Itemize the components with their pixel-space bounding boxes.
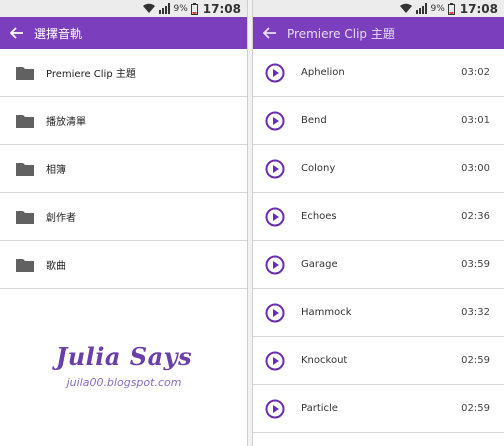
play-circle-icon[interactable] <box>265 63 285 83</box>
folder-icon <box>16 258 34 272</box>
track-duration: 02:36 <box>461 211 490 222</box>
play-circle-icon[interactable] <box>265 255 285 275</box>
track-name: Knockout <box>301 355 348 366</box>
battery-percent: 9% <box>430 3 445 14</box>
page-title: 選擇音軌 <box>34 26 83 41</box>
track-duration: 03:32 <box>461 307 490 318</box>
track-name: Echoes <box>301 211 337 222</box>
wifi-icon <box>399 3 412 13</box>
play-circle-icon[interactable] <box>265 399 285 419</box>
track-duration: 03:59 <box>461 259 490 270</box>
theme-tracks-screen: 9% 17:08 Premiere Clip 主題 Aphelion 03:02… <box>252 0 504 446</box>
track-name: Aphelion <box>301 67 345 78</box>
track-row[interactable]: Bend 03:01 <box>253 97 504 145</box>
status-bar: 9% 17:08 <box>253 0 504 17</box>
track-picker-screen: 9% 17:08 選擇音軌 Premiere Clip 主題 播放清單 相簿 創… <box>0 0 248 446</box>
folder-icon <box>16 210 34 224</box>
track-name: Colony <box>301 163 336 174</box>
signal-icon <box>415 3 427 14</box>
track-row[interactable]: Garage 03:59 <box>253 241 504 289</box>
battery-icon <box>190 2 198 15</box>
track-row[interactable]: Echoes 02:36 <box>253 193 504 241</box>
list-item-label: 播放清單 <box>46 117 86 128</box>
page-title: Premiere Clip 主題 <box>287 26 395 41</box>
list-item-playlists[interactable]: 播放清單 <box>0 97 247 145</box>
clock: 17:08 <box>202 1 241 16</box>
track-duration: 03:02 <box>461 67 490 78</box>
arrow-left-icon <box>263 27 276 39</box>
track-duration: 03:00 <box>461 163 490 174</box>
track-list: Aphelion 03:02 Bend 03:01 Colony 03:00 E… <box>253 49 504 433</box>
play-circle-icon[interactable] <box>265 111 285 131</box>
app-bar: 選擇音軌 <box>0 17 247 49</box>
list-item-label: 相簿 <box>46 165 66 176</box>
track-name: Garage <box>301 259 338 270</box>
track-name: Bend <box>301 115 327 126</box>
source-list: Premiere Clip 主題 播放清單 相簿 創作者 歌曲 <box>0 49 247 289</box>
play-circle-icon[interactable] <box>265 159 285 179</box>
folder-icon <box>16 66 34 80</box>
play-circle-icon[interactable] <box>265 351 285 371</box>
list-item-artists[interactable]: 創作者 <box>0 193 247 241</box>
clock: 17:08 <box>459 1 498 16</box>
back-button[interactable] <box>0 27 34 39</box>
list-item-premiere-clip-themes[interactable]: Premiere Clip 主題 <box>0 49 247 97</box>
watermark-url: juila00.blogspot.com <box>66 376 182 389</box>
back-button[interactable] <box>253 27 287 39</box>
play-circle-icon[interactable] <box>265 303 285 323</box>
battery-icon <box>447 2 455 15</box>
track-row[interactable]: Hammock 03:32 <box>253 289 504 337</box>
track-duration: 02:59 <box>461 355 490 366</box>
status-bar: 9% 17:08 <box>0 0 247 17</box>
folder-icon <box>16 162 34 176</box>
track-name: Hammock <box>301 307 352 318</box>
list-item-albums[interactable]: 相簿 <box>0 145 247 193</box>
folder-icon <box>16 114 34 128</box>
track-row[interactable]: Particle 02:59 <box>253 385 504 433</box>
track-row[interactable]: Aphelion 03:02 <box>253 49 504 97</box>
app-bar: Premiere Clip 主題 <box>253 17 504 49</box>
track-duration: 03:01 <box>461 115 490 126</box>
battery-percent: 9% <box>173 3 188 14</box>
list-item-label: 創作者 <box>46 213 76 224</box>
arrow-left-icon <box>10 27 23 39</box>
wifi-icon <box>142 3 155 13</box>
track-row[interactable]: Colony 03:00 <box>253 145 504 193</box>
play-circle-icon[interactable] <box>265 207 285 227</box>
signal-icon <box>158 3 170 14</box>
track-duration: 02:59 <box>461 403 490 414</box>
track-row[interactable]: Knockout 02:59 <box>253 337 504 385</box>
list-item-songs[interactable]: 歌曲 <box>0 241 247 289</box>
list-item-label: Premiere Clip 主題 <box>46 69 136 80</box>
track-name: Particle <box>301 403 338 414</box>
list-item-label: 歌曲 <box>46 261 66 272</box>
watermark-title: Julia Says <box>55 342 193 371</box>
